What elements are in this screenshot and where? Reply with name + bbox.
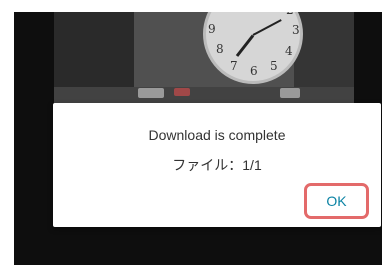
clock-number: 4 xyxy=(285,44,293,58)
background-car xyxy=(174,88,190,96)
clock-number: 7 xyxy=(230,59,238,73)
screen-backdrop: 12 11 10 1 2 3 4 5 6 7 8 9 Download is c… xyxy=(14,12,382,265)
download-complete-dialog: Download is complete ファイル：1/1 OK xyxy=(53,103,381,227)
background-window-right xyxy=(294,12,354,92)
ok-button-highlight: OK xyxy=(304,183,369,219)
dialog-file-progress: ファイル：1/1 xyxy=(172,157,262,173)
clock-number: 10 xyxy=(211,12,226,15)
clock-minute-hand xyxy=(252,19,282,36)
clock-number: 8 xyxy=(216,42,224,56)
ok-button[interactable]: OK xyxy=(310,189,363,213)
clock-number: 3 xyxy=(292,23,300,37)
background-car xyxy=(280,88,300,98)
background-car xyxy=(138,88,164,98)
dialog-message: Download is complete xyxy=(148,127,286,143)
clock-number: 2 xyxy=(286,12,294,17)
clock-number: 9 xyxy=(208,22,216,36)
clock-hour-hand xyxy=(235,34,255,57)
clock-number: 6 xyxy=(250,64,258,78)
clock-number: 5 xyxy=(270,59,278,73)
background-window-left xyxy=(54,12,134,92)
